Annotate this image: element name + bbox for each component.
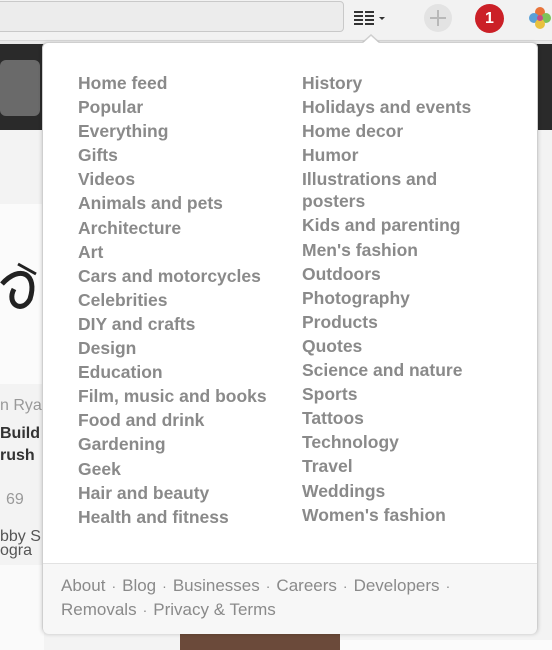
background-pin-title: Build	[0, 425, 40, 442]
footer-separator: ·	[265, 578, 271, 594]
background-pin-image-4	[340, 640, 552, 650]
category-link[interactable]: Tattoos	[302, 407, 502, 429]
category-link[interactable]: Videos	[78, 168, 288, 190]
footer-separator: ·	[445, 578, 451, 594]
category-link[interactable]: Outdoors	[302, 263, 502, 285]
category-link[interactable]: Women's fashion	[302, 504, 502, 526]
chevron-down-icon	[379, 17, 385, 20]
categories-right-column: History Holidays and events Home decor H…	[302, 72, 502, 528]
footer-link-businesses[interactable]: Businesses	[173, 576, 260, 595]
list-menu-icon	[354, 11, 385, 25]
footer-separator: ·	[162, 578, 167, 594]
footer-link-privacy-terms[interactable]: Privacy & Terms	[153, 600, 276, 619]
background-thumbnail	[0, 60, 40, 116]
category-link[interactable]: Geek	[78, 458, 288, 480]
category-link[interactable]: Celebrities	[78, 289, 288, 311]
category-link[interactable]: Men's fashion	[302, 239, 502, 261]
category-link[interactable]: Gifts	[78, 144, 288, 166]
footer-link-careers[interactable]: Careers	[276, 576, 336, 595]
category-link[interactable]: Everything	[78, 120, 288, 142]
category-link[interactable]: Film, music and books	[78, 385, 288, 407]
category-link[interactable]: Kids and parenting	[302, 214, 502, 236]
categories-dropdown: Home feed Popular Everything Gifts Video…	[42, 42, 538, 634]
footer-links: About · Blog · Businesses · Careers · Developers…	[61, 574, 521, 622]
categories-menu-button[interactable]	[352, 6, 388, 30]
dropdown-caret-inner	[362, 36, 380, 44]
footer-separator: ·	[142, 602, 148, 618]
category-link[interactable]: Popular	[78, 96, 288, 118]
footer-link-about[interactable]: About	[61, 576, 105, 595]
plus-icon	[430, 10, 446, 26]
category-link[interactable]: Food and drink	[78, 409, 288, 431]
category-link[interactable]: Art	[78, 241, 288, 263]
footer-separator: ·	[342, 578, 348, 594]
category-link[interactable]: Cars and motorcycles	[78, 265, 288, 287]
category-link[interactable]: Architecture	[78, 217, 288, 239]
category-link[interactable]: Sports	[302, 383, 502, 405]
top-bar: 1	[0, 0, 552, 41]
category-link[interactable]: Products	[302, 311, 502, 333]
category-link[interactable]: Animals and pets	[78, 192, 288, 214]
category-link[interactable]: Technology	[302, 431, 502, 453]
category-link[interactable]: Science and nature	[302, 359, 502, 381]
avatar-icon	[529, 7, 551, 29]
category-link[interactable]: Home decor	[302, 120, 502, 142]
background-like-count: 69	[6, 491, 24, 508]
category-link[interactable]: DIY and crafts	[78, 313, 288, 335]
profile-avatar[interactable]	[526, 4, 552, 32]
category-link[interactable]: Hair and beauty	[78, 482, 288, 504]
category-link[interactable]: Quotes	[302, 335, 502, 357]
background-pin-title-2: rush	[0, 447, 35, 464]
notification-badge[interactable]: 1	[475, 4, 504, 33]
category-link[interactable]: Travel	[302, 455, 502, 477]
footer-link-developers[interactable]: Developers	[354, 576, 440, 595]
footer-link-removals[interactable]: Removals	[61, 600, 137, 619]
background-pin-image-2	[0, 565, 44, 650]
dropdown-footer: About · Blog · Businesses · Careers · Developers…	[43, 563, 537, 634]
category-link[interactable]: Home feed	[78, 72, 288, 94]
category-link[interactable]: Weddings	[302, 480, 502, 502]
search-input[interactable]	[0, 1, 344, 32]
category-link[interactable]: Education	[78, 361, 288, 383]
footer-separator: ·	[111, 578, 117, 594]
category-link[interactable]: Health and fitness	[78, 506, 288, 528]
category-link[interactable]: Illustrations and posters	[302, 168, 482, 212]
background-board-name-2: ogra	[0, 542, 33, 559]
category-link[interactable]: Humor	[302, 144, 502, 166]
category-link[interactable]: Gardening	[78, 433, 288, 455]
background-pin-image	[0, 204, 44, 384]
categories-left-column: Home feed Popular Everything Gifts Video…	[78, 72, 288, 530]
add-pin-button[interactable]	[424, 4, 452, 32]
footer-link-blog[interactable]: Blog	[122, 576, 156, 595]
category-link[interactable]: Design	[78, 337, 288, 359]
category-link[interactable]: Photography	[302, 287, 502, 309]
category-link[interactable]: History	[302, 72, 502, 94]
category-link[interactable]: Holidays and events	[302, 96, 502, 118]
calligraphy-image	[0, 262, 37, 309]
